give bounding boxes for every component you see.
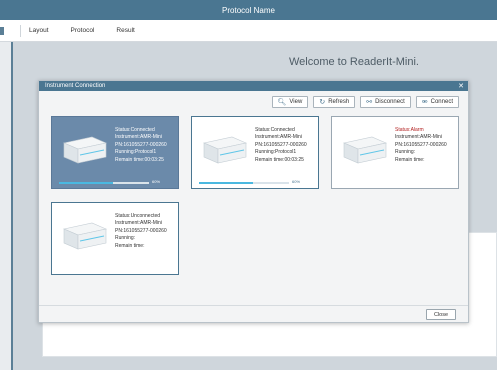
instrument-remain-time: Remain time: [395,156,425,163]
instrument-remain-time: Remain time: [115,242,145,249]
progress-bar [199,182,289,184]
instrument-device-icon [343,136,387,164]
menu-item-result[interactable]: Result [116,27,134,34]
instrument-running: Running: [395,149,416,156]
instrument-info: Status:Alarm Instrument:AMR-Mini PN:1610… [395,127,447,164]
instrument-device-icon [203,136,247,164]
instrument-model: Instrument:AMR-Mini [115,220,162,227]
instrument-card[interactable]: Status:Alarm Instrument:AMR-Mini PN:1610… [331,116,459,189]
close-icon[interactable]: ✕ [458,83,464,90]
instrument-connection-dialog: Instrument Connection ✕ 🔍︎ View ↻ Refres… [38,80,469,323]
instrument-pn: PN:161055277-000260 [255,141,307,148]
instrument-running: Running:Protocol1 [115,149,157,156]
instrument-model: Instrument:AMR-Mini [395,134,442,141]
instrument-status: Status:Unconnected [115,213,161,219]
instrument-running: Running:Protocol1 [255,149,297,156]
instrument-status: Status:Alarm [395,127,424,133]
menu-grip-icon[interactable] [0,26,4,35]
instrument-device-icon [63,136,107,164]
view-button-label: View [289,99,303,105]
menu-item-protocol[interactable]: Protocol [71,27,95,34]
dialog-title: Instrument Connection [45,83,106,89]
instrument-card[interactable]: Status:Connected Instrument:AMR-Mini PN:… [191,116,319,189]
refresh-button-label: Refresh [328,99,350,105]
welcome-text: Welcome to ReaderIt-Mini. [288,56,419,68]
dialog-toolbar: 🔍︎ View ↻ Refresh ⚯ Disconnect ⚮ Connect [271,96,459,108]
disconnect-button-label: Disconnect [375,99,405,105]
menu-item-layout[interactable]: Layout [29,27,49,34]
disconnect-button[interactable]: ⚯ Disconnect [360,96,411,108]
connect-button[interactable]: ⚮ Connect [415,96,459,108]
instrument-info: Status:Unconnected Instrument:AMR-Mini P… [115,213,167,250]
instrument-device-icon [63,222,107,250]
window-title: Protocol Name [222,5,275,15]
instrument-card[interactable]: Status:Unconnected Instrument:AMR-Mini P… [51,202,179,275]
search-icon: 🔍︎ [277,99,287,106]
instrument-status: Status:Connected [255,127,295,133]
window-titlebar: Protocol Name [0,0,497,20]
menu-bar: Layout Protocol Result [0,20,497,42]
progress-fill [199,182,253,184]
connect-button-label: Connect [430,99,453,105]
refresh-button[interactable]: ↻ Refresh [313,96,356,108]
instrument-remain-time: Remain time:00:03:25 [255,156,304,163]
dialog-divider [39,305,468,306]
progress-bar [59,182,149,184]
instrument-running: Running: [115,235,136,242]
instrument-info: Status:Connected Instrument:AMR-Mini PN:… [115,127,167,164]
instrument-status: Status:Connected [115,127,155,133]
dialog-titlebar: Instrument Connection ✕ [39,81,468,91]
disconnect-icon: ⚯ [366,99,373,106]
instrument-info: Status:Connected Instrument:AMR-Mini PN:… [255,127,307,164]
close-button[interactable]: Close [426,309,456,320]
instrument-model: Instrument:AMR-Mini [255,134,302,141]
instrument-pn: PN:161055277-000260 [395,141,447,148]
progress-fill [59,182,113,184]
menu-separator [20,24,21,37]
instrument-pn: PN:161055277-000260 [115,227,167,234]
view-button[interactable]: 🔍︎ View [271,96,309,108]
instrument-card[interactable]: Status:Connected Instrument:AMR-Mini PN:… [51,116,179,189]
instrument-remain-time: Remain time:00:03:25 [115,156,164,163]
progress-percent: 60% [152,179,161,184]
instrument-model: Instrument:AMR-Mini [115,134,162,141]
instrument-pn: PN:161055277-000260 [115,141,167,148]
link-icon: ⚮ [421,99,428,106]
progress-percent: 60% [292,179,301,184]
refresh-icon: ↻ [319,99,326,106]
